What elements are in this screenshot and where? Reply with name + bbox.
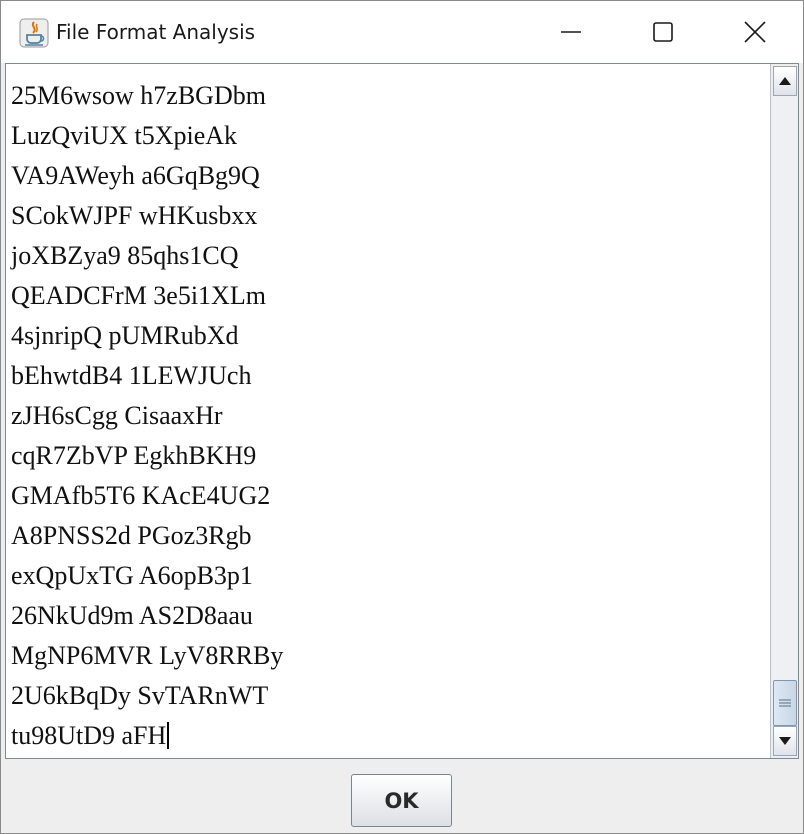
text-line: SCokWJPF wHKusbxx bbox=[11, 201, 258, 230]
text-line: 4sjnripQ pUMRubXd bbox=[11, 321, 239, 350]
close-button[interactable] bbox=[709, 1, 801, 63]
text-lines: 25M6wsow h7zBGDbm LuzQviUX t5XpieAk VA9A… bbox=[11, 78, 283, 758]
text-line: 2U6kBqDy SvTARnWT bbox=[11, 681, 269, 710]
text-line: cqR7ZbVP EgkhBKH9 bbox=[11, 441, 257, 470]
text-line: VA9AWeyh a6GqBg9Q bbox=[11, 161, 260, 190]
text-caret bbox=[167, 722, 169, 749]
text-line-last-content: tu98UtD9 aFH bbox=[11, 721, 167, 750]
close-icon bbox=[744, 21, 766, 43]
ok-button[interactable]: OK bbox=[351, 774, 452, 827]
scroll-pane: 25M6wsow h7zBGDbm LuzQviUX t5XpieAk VA9A… bbox=[5, 63, 799, 759]
arrow-up-icon bbox=[779, 77, 791, 85]
text-line: 26NkUd9m AS2D8aau bbox=[11, 601, 253, 630]
scroll-thumb[interactable] bbox=[773, 680, 797, 726]
text-line: LuzQviUX t5XpieAk bbox=[11, 121, 238, 150]
text-line: exQpUxTG A6opB3p1 bbox=[11, 561, 253, 590]
dialog-window: File Format Analysis 25M6wsow h7zBGDbm L… bbox=[0, 0, 804, 834]
text-line: joXBZya9 85qhs1CQ bbox=[11, 241, 239, 270]
scroll-track[interactable] bbox=[773, 96, 797, 726]
java-app-icon bbox=[19, 18, 49, 48]
window-title: File Format Analysis bbox=[56, 20, 256, 44]
text-line: zJH6sCgg CisaaxHr bbox=[11, 401, 223, 430]
text-line-last: tu98UtD9 aFH bbox=[11, 718, 283, 758]
text-line: A8PNSS2d PGoz3Rgb bbox=[11, 521, 252, 550]
grip-icon bbox=[779, 699, 791, 707]
title-bar[interactable]: File Format Analysis bbox=[1, 1, 803, 63]
arrow-down-icon bbox=[779, 737, 791, 745]
button-bar: OK bbox=[1, 759, 803, 833]
text-line: bEhwtdB4 1LEWJUch bbox=[11, 361, 252, 390]
minimize-icon bbox=[561, 31, 581, 33]
scroll-down-button[interactable] bbox=[773, 726, 797, 756]
vertical-scrollbar[interactable] bbox=[770, 64, 798, 758]
text-line: MgNP6MVR LyV8RRBy bbox=[11, 641, 284, 670]
minimize-button[interactable] bbox=[525, 1, 617, 63]
text-area[interactable]: 25M6wsow h7zBGDbm LuzQviUX t5XpieAk VA9A… bbox=[6, 64, 770, 758]
text-line: 25M6wsow h7zBGDbm bbox=[11, 81, 266, 110]
maximize-button[interactable] bbox=[617, 1, 709, 63]
maximize-icon bbox=[653, 22, 673, 42]
text-line: GMAfb5T6 KAcE4UG2 bbox=[11, 481, 271, 510]
text-line: QEADCFrM 3e5i1XLm bbox=[11, 281, 266, 310]
scroll-up-button[interactable] bbox=[773, 66, 797, 96]
